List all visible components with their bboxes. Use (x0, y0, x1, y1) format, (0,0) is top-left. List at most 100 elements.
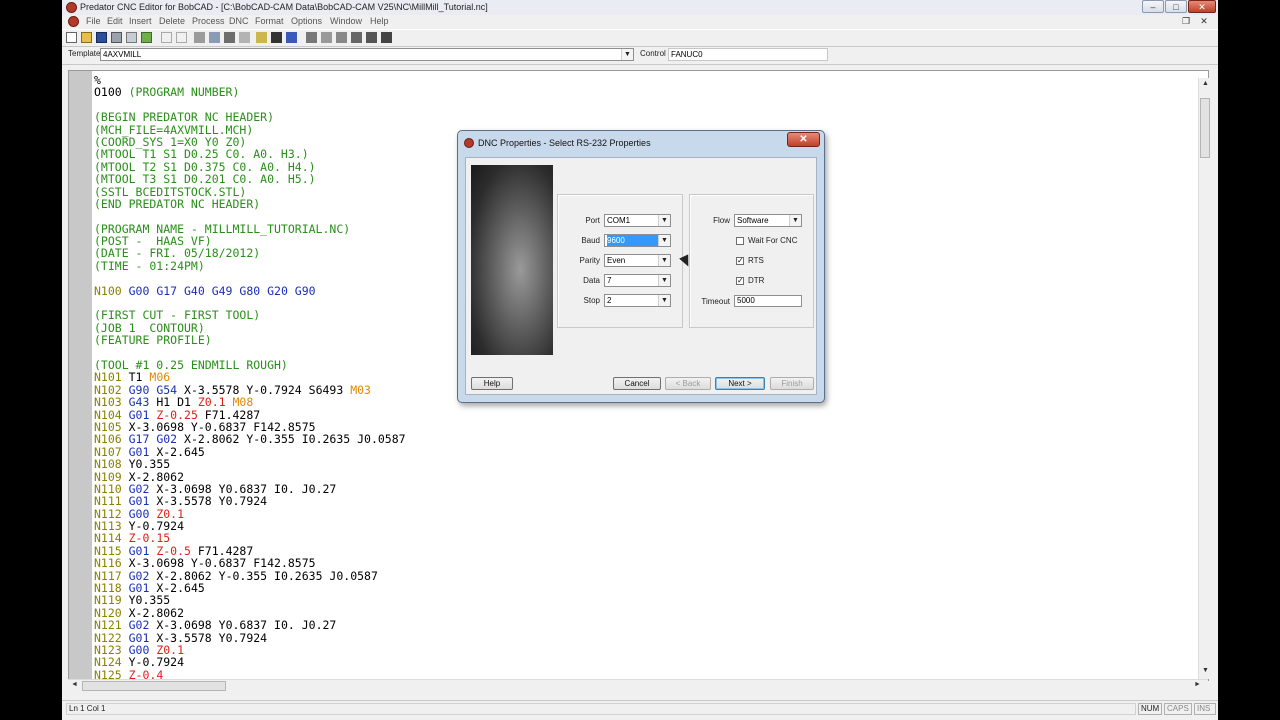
menu-delete[interactable]: Delete (159, 16, 185, 26)
code-line[interactable]: N100 G00 G17 G40 G49 G80 G20 G90 (94, 283, 406, 298)
template-value: 4AXVMILL (103, 50, 142, 59)
stop-select[interactable]: 2 ▼ (604, 294, 671, 307)
code-line[interactable]: (TIME - 01:24PM) (94, 260, 406, 272)
horizontal-scrollbar[interactable]: ◄ ► (68, 679, 1208, 692)
data-value: 7 (607, 276, 612, 285)
print-preview-icon[interactable] (126, 32, 137, 43)
wait-for-cnc-checkbox[interactable] (736, 237, 744, 245)
finish-button[interactable]: Finish (770, 377, 814, 390)
control-field[interactable]: FANUC0 (668, 48, 828, 61)
baud-value: 9600 (607, 235, 658, 246)
chevron-down-icon[interactable]: ▼ (658, 215, 670, 226)
flow-select[interactable]: Software ▼ (734, 214, 802, 227)
scroll-left-icon[interactable]: ◄ (71, 681, 78, 688)
backplot-icon[interactable] (306, 32, 317, 43)
data-select[interactable]: 7 ▼ (604, 274, 671, 287)
renumber-icon[interactable] (286, 32, 297, 43)
parity-label: Parity (579, 256, 600, 265)
wait-for-cnc-label: Wait For CNC (748, 236, 798, 245)
chevron-down-icon[interactable]: ▼ (621, 49, 633, 60)
vertical-scroll-thumb[interactable] (1200, 98, 1210, 158)
dialog-close-button[interactable]: ✕ (787, 132, 820, 147)
code-line[interactable]: (FEATURE PROFILE) (94, 334, 406, 346)
flow-value: Software (737, 216, 769, 225)
menu-file[interactable]: File (86, 16, 101, 26)
menu-bar: File Edit Insert Delete Process DNC Form… (62, 15, 1218, 28)
menu-window[interactable]: Window (330, 16, 362, 26)
cancel-button[interactable]: Cancel (613, 377, 661, 390)
spell-check-icon[interactable] (141, 32, 152, 43)
scroll-up-icon[interactable]: ▲ (1202, 80, 1209, 87)
close-button[interactable]: ✕ (1188, 0, 1216, 13)
scroll-right-icon[interactable]: ► (1194, 681, 1201, 688)
compare-icon[interactable] (366, 32, 377, 43)
save-icon[interactable] (96, 32, 107, 43)
chevron-down-icon[interactable]: ▼ (658, 235, 670, 246)
redo-icon[interactable] (176, 32, 187, 43)
nc-code[interactable]: % O100 (PROGRAM NUMBER) (BEGIN PREDATOR NC… (94, 74, 406, 680)
scroll-down-icon[interactable]: ▼ (1202, 667, 1209, 674)
code-token: X-2.8062 Y-0.355 I0.2635 J0.0587 (184, 432, 406, 447)
dialog-body: Port COM1 ▼ Baud 9600 ▼ Parity Even ▼ Da… (465, 157, 817, 395)
binoculars-icon[interactable] (271, 32, 282, 43)
menu-format[interactable]: Format (255, 16, 284, 26)
dnc-receive-icon[interactable] (336, 32, 347, 43)
dnc-settings-icon[interactable] (351, 32, 362, 43)
chevron-down-icon[interactable]: ▼ (789, 215, 801, 226)
flow-label: Flow (713, 216, 730, 225)
parity-value: Even (607, 256, 626, 265)
undo-icon[interactable] (161, 32, 172, 43)
code-token: N100 (94, 283, 129, 298)
rts-checkbox[interactable]: ✓ (736, 257, 744, 265)
dtr-checkbox[interactable]: ✓ (736, 277, 744, 285)
baud-select[interactable]: 9600 ▼ (604, 234, 671, 247)
code-token: (PROGRAM NUMBER) (128, 85, 240, 100)
template-select[interactable]: 4AXVMILL ▼ (100, 48, 634, 61)
menu-options[interactable]: Options (291, 16, 322, 26)
menu-insert[interactable]: Insert (129, 16, 152, 26)
macro-icon[interactable] (381, 32, 392, 43)
print-icon[interactable] (111, 32, 122, 43)
maximize-button[interactable]: □ (1165, 0, 1187, 13)
menu-process[interactable]: Process (192, 16, 225, 26)
horizontal-scroll-thumb[interactable] (82, 681, 226, 691)
chevron-down-icon[interactable]: ▼ (658, 255, 670, 266)
help-button[interactable]: Help (471, 377, 513, 390)
vertical-scrollbar[interactable]: ▲ ▼ (1198, 78, 1212, 679)
copy-icon[interactable] (209, 32, 220, 43)
mdi-restore-icon[interactable]: ❐ (1180, 16, 1192, 28)
template-label: Template (68, 49, 101, 58)
menu-help[interactable]: Help (370, 16, 389, 26)
data-label: Data (583, 276, 600, 285)
port-value: COM1 (607, 216, 631, 225)
baud-label: Baud (581, 236, 600, 245)
document-icon[interactable] (68, 16, 79, 27)
minimize-button[interactable]: – (1142, 0, 1164, 13)
code-token: (END PREDATOR NC HEADER) (94, 196, 261, 211)
dnc-properties-dialog: DNC Properties - Select RS-232 Propertie… (457, 130, 825, 403)
new-file-icon[interactable] (66, 32, 77, 43)
mdi-close-icon[interactable]: ✕ (1198, 16, 1210, 28)
paste-icon[interactable] (224, 32, 235, 43)
serial-settings-group: Port COM1 ▼ Baud 9600 ▼ Parity Even ▼ Da… (557, 194, 683, 328)
window-title: Predator CNC Editor for BobCAD - [C:\Bob… (80, 2, 488, 12)
port-select[interactable]: COM1 ▼ (604, 214, 671, 227)
delete-icon[interactable] (239, 32, 250, 43)
cut-icon[interactable] (194, 32, 205, 43)
timeout-input[interactable]: 5000 (734, 295, 802, 307)
parity-select[interactable]: Even ▼ (604, 254, 671, 267)
menu-dnc[interactable]: DNC (229, 16, 249, 26)
open-folder-icon[interactable] (81, 32, 92, 43)
code-line[interactable]: (END PREDATOR NC HEADER) (94, 198, 406, 210)
code-token: O100 (94, 85, 129, 100)
menu-edit[interactable]: Edit (107, 16, 123, 26)
status-ins: INS (1194, 703, 1216, 715)
status-num: NUM (1138, 703, 1162, 715)
dnc-send-icon[interactable] (321, 32, 332, 43)
chevron-down-icon[interactable]: ▼ (658, 295, 670, 306)
next-button[interactable]: Next > (715, 377, 765, 390)
back-button[interactable]: < Back (665, 377, 711, 390)
code-line[interactable]: O100 (PROGRAM NUMBER) (94, 86, 406, 98)
find-icon[interactable] (256, 32, 267, 43)
chevron-down-icon[interactable]: ▼ (658, 275, 670, 286)
